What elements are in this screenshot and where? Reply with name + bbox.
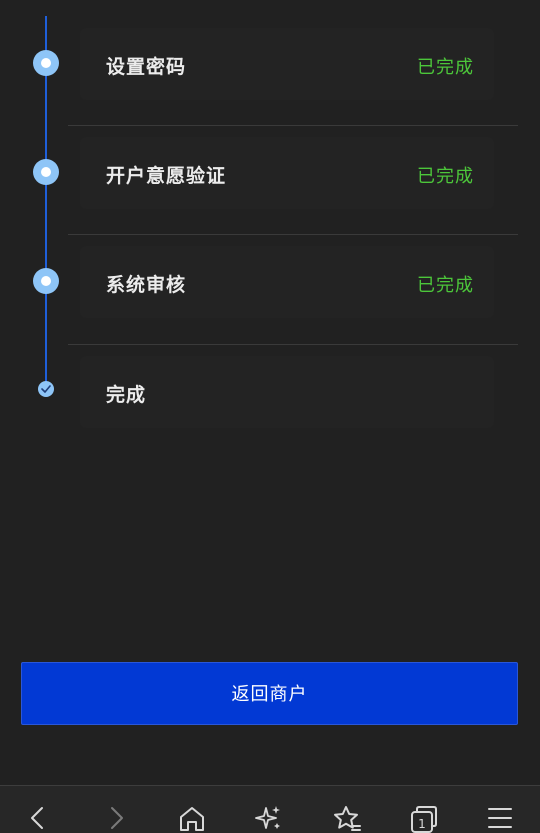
forward-button[interactable]	[96, 800, 136, 833]
divider	[68, 344, 518, 345]
back-icon	[31, 807, 43, 829]
step-title: 系统审核	[106, 274, 187, 296]
step-status: 已完成	[417, 275, 474, 296]
sparkle-button[interactable]	[249, 800, 289, 833]
divider	[68, 125, 518, 126]
back-button[interactable]	[18, 800, 58, 833]
favorites-button[interactable]	[326, 800, 366, 833]
tabs-icon: 1	[411, 806, 437, 833]
menu-icon	[488, 808, 512, 828]
home-button[interactable]	[172, 800, 212, 833]
step-status: 已完成	[417, 166, 474, 187]
step-title: 设置密码	[106, 56, 187, 78]
return-to-merchant-button[interactable]: 返回商户	[21, 662, 518, 725]
sparkle-icon	[255, 806, 280, 829]
step-title: 开户意愿验证	[106, 165, 227, 187]
step-title: 完成	[106, 384, 147, 406]
tabs-button[interactable]: 1	[403, 800, 443, 833]
forward-icon	[111, 807, 123, 829]
check-icon	[38, 381, 54, 397]
bottom-nav: 1	[0, 785, 540, 833]
page: 设置密码 已完成 开户意愿验证 已完成 系统审核 已完成 完成 返回商户 1	[0, 0, 540, 833]
star-icon	[334, 806, 361, 831]
step-dot-icon	[33, 268, 59, 294]
tab-count: 1	[418, 817, 426, 831]
step-dot-icon	[33, 159, 59, 185]
home-icon	[180, 807, 204, 831]
step-status: 已完成	[417, 57, 474, 78]
step-dot-icon	[33, 50, 59, 76]
divider	[68, 234, 518, 235]
menu-button[interactable]	[480, 800, 520, 833]
